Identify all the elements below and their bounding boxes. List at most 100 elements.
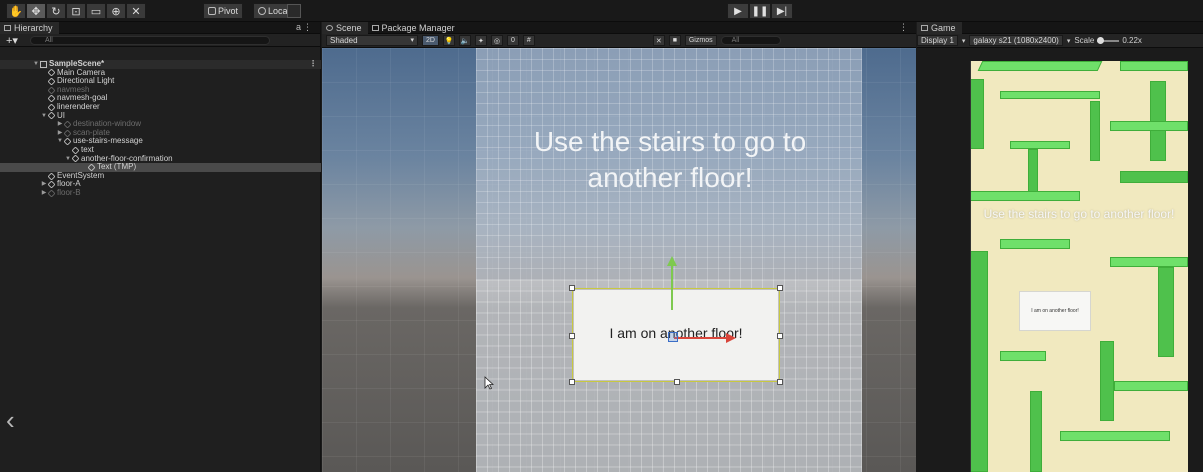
tab-scene[interactable]: Scene: [322, 21, 368, 34]
display-dropdown[interactable]: Display 1: [917, 35, 958, 46]
tree-row-main-camera[interactable]: Main Camera: [0, 68, 321, 78]
rect-handle-bottom[interactable]: [674, 379, 680, 385]
tree-row-floor-b[interactable]: ▶ floor-B: [0, 188, 321, 198]
scene-grid-icon: [326, 24, 333, 31]
expand-arrow-icon[interactable]: ▼: [56, 137, 64, 146]
camera-icon[interactable]: ■: [668, 35, 681, 46]
tree-row-samplescene[interactable]: ▼ SampleScene* ⋮: [0, 59, 321, 69]
collapse-arrow-icon[interactable]: ▶: [40, 180, 48, 189]
move-tool-icon[interactable]: ✥: [26, 3, 46, 19]
shading-mode-dropdown[interactable]: Shaded: [326, 35, 418, 46]
chevron-left-icon[interactable]: ‹: [6, 405, 24, 435]
tree-row-destination-window[interactable]: ▶ destination-window: [0, 120, 321, 129]
hidden-objects-icon[interactable]: ◎: [490, 35, 503, 46]
scene-canvas[interactable]: Use the stairs to go to another floor! I…: [322, 48, 916, 472]
gamepad-icon: [921, 24, 928, 31]
mouse-cursor-icon: [484, 376, 494, 390]
transform-tools: ✋ ✥ ↻ ⊡ ▭ ⊕ ✕: [6, 3, 146, 19]
tree-row-eventsystem[interactable]: EventSystem: [0, 171, 321, 181]
tree-row-navmesh[interactable]: navmesh: [0, 85, 321, 95]
gameobject-icon: [71, 146, 80, 155]
tree-row-floor-a[interactable]: ▶ floor-A: [0, 180, 321, 189]
tree-row-navmesh-goal[interactable]: navmesh-goal: [0, 94, 321, 103]
expand-arrow-icon[interactable]: ▼: [40, 112, 48, 121]
rect-tool-icon[interactable]: ▭: [86, 3, 106, 19]
scene-view-panel: Scene Package Manager ⋮ Shaded 2D 💡 🔈 ✦ …: [322, 21, 916, 472]
hidden-layers-count[interactable]: 0: [506, 35, 519, 46]
hand-tool-icon[interactable]: ✋: [6, 3, 26, 19]
main-toolbar: ✋ ✥ ↻ ⊡ ▭ ⊕ ✕ Pivot Local ▶ ❚❚ ▶|: [0, 0, 1203, 22]
expand-arrow-icon[interactable]: ▼: [32, 60, 40, 69]
play-icon[interactable]: ▶: [727, 3, 749, 19]
grid-options-icon[interactable]: #: [522, 35, 535, 46]
gameobject-icon: [63, 120, 72, 129]
grid-snap-button[interactable]: [287, 4, 301, 18]
tab-package-manager[interactable]: Package Manager: [368, 22, 461, 34]
tree-row-text-tmp[interactable]: Text (TMP): [0, 163, 321, 172]
rect-handle-left[interactable]: [569, 333, 575, 339]
rect-handle-top-right[interactable]: [777, 285, 783, 291]
scene-tab-bar: Scene Package Manager ⋮: [322, 21, 916, 34]
move-gizmo-y-axis[interactable]: [671, 264, 673, 310]
pause-icon[interactable]: ❚❚: [749, 3, 771, 19]
tree-row-directional-light[interactable]: Directional Light: [0, 77, 321, 86]
scene-menu-icon[interactable]: ⋮: [309, 59, 317, 69]
tree-row-ui[interactable]: ▼ UI: [0, 111, 321, 121]
scale-slider-thumb[interactable]: [1097, 36, 1105, 44]
rect-handle-bottom-right[interactable]: [777, 379, 783, 385]
rotate-tool-icon[interactable]: ↻: [46, 3, 66, 19]
tree-row-linerenderer[interactable]: linerenderer: [0, 102, 321, 112]
game-frame-border: [970, 61, 1188, 472]
play-controls: ▶ ❚❚ ▶|: [727, 3, 793, 19]
gameobject-icon: [47, 77, 56, 86]
add-object-button[interactable]: +▾: [6, 34, 26, 47]
rect-handle-bottom-left[interactable]: [569, 379, 575, 385]
tree-row-use-stairs-message[interactable]: ▼ use-stairs-message: [0, 137, 321, 146]
hierarchy-search-input[interactable]: All: [30, 35, 270, 45]
tree-row-scan-plate[interactable]: ▶ scan-plate: [0, 128, 321, 138]
move-gizmo-x-arrow-icon[interactable]: [726, 333, 736, 343]
local-icon: [258, 7, 266, 15]
gameobject-icon: [47, 86, 56, 95]
unity-scene-icon: [40, 60, 47, 68]
hierarchy-panel: Hierarchy a⋮ +▾ All ▼ SampleScene* ⋮ Mai…: [0, 21, 321, 472]
gameobject-icon: [47, 111, 56, 120]
hierarchy-tab-bar: Hierarchy a⋮: [0, 21, 320, 34]
pivot-toggle-button[interactable]: Pivot: [203, 3, 244, 19]
resolution-dropdown[interactable]: galaxy s21 (1080x2400): [969, 35, 1063, 46]
expand-arrow-icon[interactable]: ▼: [64, 155, 72, 164]
hierarchy-toolbar: +▾ All: [0, 34, 320, 47]
lighting-icon[interactable]: 💡: [442, 35, 455, 46]
hierarchy-tree: ▼ SampleScene* ⋮ Main Camera Directional…: [0, 59, 321, 198]
dropdown-arrow-icon: ▾: [1066, 37, 1071, 45]
audio-icon[interactable]: 🔈: [458, 35, 471, 46]
hierarchy-list-icon: [4, 24, 11, 31]
scale-slider[interactable]: Scale 0.22x: [1074, 36, 1142, 45]
scale-slider-track[interactable]: [1097, 36, 1120, 44]
move-gizmo-center-handle[interactable]: [668, 332, 678, 342]
tab-game[interactable]: Game: [917, 21, 962, 34]
tree-row-another-floor-confirmation[interactable]: ▼ another-floor-confirmation: [0, 154, 321, 164]
panel-menu-icon[interactable]: a⋮: [296, 22, 314, 33]
gameobject-icon: [63, 137, 72, 146]
gameobject-icon: [47, 94, 56, 103]
gameobject-icon: [63, 129, 72, 138]
gizmos-dropdown[interactable]: Gizmos: [684, 35, 717, 46]
use-stairs-heading: Use the stairs to go to another floor!: [533, 126, 807, 193]
rect-handle-right[interactable]: [777, 333, 783, 339]
tools-icon[interactable]: ✕: [652, 35, 665, 46]
custom-tool-icon[interactable]: ✕: [126, 3, 146, 19]
2d-mode-toggle[interactable]: 2D: [422, 35, 439, 46]
tab-hierarchy[interactable]: Hierarchy: [0, 21, 59, 34]
effects-icon[interactable]: ✦: [474, 35, 487, 46]
scale-tool-icon[interactable]: ⊡: [66, 3, 86, 19]
gameobject-icon: [47, 180, 56, 189]
step-icon[interactable]: ▶|: [771, 3, 793, 19]
gameobject-icon: [71, 154, 80, 163]
move-gizmo-y-arrow-icon[interactable]: [667, 256, 677, 266]
transform-tool-icon[interactable]: ⊕: [106, 3, 126, 19]
move-gizmo-x-axis[interactable]: [674, 337, 728, 339]
rect-handle-top-left[interactable]: [569, 285, 575, 291]
scene-search-input[interactable]: All: [720, 36, 781, 45]
panel-menu-icon[interactable]: ⋮: [899, 22, 910, 33]
